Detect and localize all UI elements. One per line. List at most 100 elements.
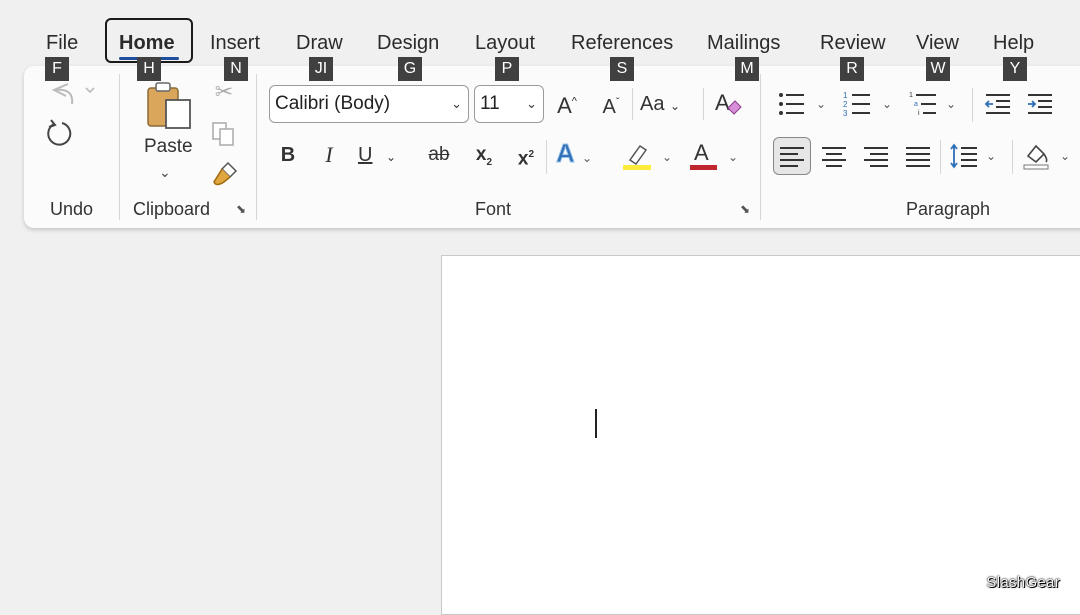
keytip-mailings: M bbox=[735, 57, 759, 81]
font-name-combo[interactable]: Calibri (Body) ⌄ bbox=[269, 85, 469, 123]
bullets-button[interactable]: ⌄ bbox=[776, 88, 832, 120]
sep-font bbox=[632, 88, 633, 120]
tab-mailings[interactable]: Mailings bbox=[707, 30, 780, 56]
shading-button[interactable]: ⌄ bbox=[1020, 140, 1076, 172]
font-size-combo[interactable]: 11 ⌄ bbox=[474, 85, 544, 123]
align-right-button[interactable] bbox=[860, 140, 892, 172]
keytip-draw: JI bbox=[309, 57, 333, 81]
tab-file[interactable]: File bbox=[46, 30, 78, 56]
document-page[interactable] bbox=[441, 255, 1080, 615]
tab-review[interactable]: Review bbox=[820, 30, 886, 56]
svg-text:2: 2 bbox=[843, 100, 848, 109]
font-name-value: Calibri (Body) bbox=[275, 93, 391, 114]
svg-text:1: 1 bbox=[843, 91, 848, 100]
chevron-down-icon: ⌄ bbox=[386, 150, 397, 164]
font-color-label: A bbox=[694, 140, 709, 165]
redo-button[interactable] bbox=[46, 118, 78, 150]
copy-button[interactable] bbox=[210, 120, 238, 148]
group-label-font: Font bbox=[475, 199, 512, 219]
svg-text:i: i bbox=[918, 110, 920, 117]
numbering-button[interactable]: 1 2 3 ⌄ bbox=[842, 88, 898, 120]
align-left-button[interactable] bbox=[776, 140, 808, 172]
tab-help[interactable]: Help bbox=[993, 30, 1034, 56]
shrink-font-button[interactable]: Aˇ bbox=[596, 89, 626, 120]
svg-text:3: 3 bbox=[843, 109, 848, 118]
underline-button[interactable]: U ⌄ bbox=[358, 142, 406, 170]
copy-icon bbox=[212, 122, 234, 146]
chevron-down-icon: ⌄ bbox=[526, 96, 537, 111]
superscript-button[interactable]: x2 bbox=[512, 142, 540, 172]
font-launcher[interactable]: ⬊ bbox=[740, 202, 754, 216]
subscript-button[interactable]: x2 bbox=[470, 142, 498, 176]
separator bbox=[256, 74, 257, 220]
keytip-design: G bbox=[398, 57, 422, 81]
highlighter-icon bbox=[623, 144, 651, 170]
tab-view[interactable]: View bbox=[916, 30, 959, 56]
increase-indent-button[interactable] bbox=[1024, 88, 1056, 120]
italic-button[interactable]: I bbox=[316, 142, 342, 168]
text-effects-icon: A bbox=[556, 138, 576, 168]
sep-font2 bbox=[703, 88, 704, 120]
center-button[interactable] bbox=[818, 140, 850, 172]
redo-icon bbox=[47, 119, 72, 146]
clipboard-launcher[interactable]: ⬊ bbox=[236, 202, 250, 216]
cut-button[interactable]: ✂ bbox=[210, 79, 238, 105]
undo-icon bbox=[51, 83, 95, 105]
center-icon bbox=[822, 147, 846, 167]
chevron-down-icon: ⌄ bbox=[1060, 149, 1071, 163]
tab-references[interactable]: References bbox=[571, 30, 673, 56]
tab-insert[interactable]: Insert bbox=[210, 30, 260, 56]
change-case-label: Aa bbox=[640, 93, 665, 115]
font-color-swatch bbox=[690, 165, 717, 170]
tab-layout[interactable]: Layout bbox=[475, 30, 535, 56]
justify-icon bbox=[906, 147, 930, 167]
undo-button[interactable] bbox=[46, 78, 98, 110]
keytip-view: W bbox=[926, 57, 950, 81]
highlight-button[interactable]: ⌄ bbox=[620, 140, 676, 174]
strikethrough-button[interactable]: ab bbox=[424, 142, 454, 168]
chevron-down-icon: ⌄ bbox=[882, 97, 893, 111]
paste-button[interactable]: Paste ⌄ bbox=[140, 80, 196, 185]
chevron-down-icon: ⌄ bbox=[816, 97, 827, 111]
format-painter-button[interactable] bbox=[210, 160, 240, 190]
keytip-references: S bbox=[610, 57, 634, 81]
sep-para2 bbox=[940, 140, 941, 174]
shading-icon bbox=[1023, 144, 1049, 170]
chevron-down-icon: ⌄ bbox=[728, 150, 739, 164]
tab-draw[interactable]: Draw bbox=[296, 30, 343, 56]
multilevel-list-icon: 1 a i bbox=[909, 92, 936, 117]
group-label-undo: Undo bbox=[50, 199, 94, 219]
bold-button[interactable]: B bbox=[275, 142, 301, 168]
separator bbox=[119, 74, 120, 220]
tab-home[interactable]: Home bbox=[119, 30, 175, 56]
group-label-paragraph: Paragraph bbox=[906, 199, 991, 219]
multilevel-list-button[interactable]: 1 a i ⌄ bbox=[908, 88, 964, 120]
tab-design[interactable]: Design bbox=[377, 30, 439, 56]
align-left-icon bbox=[780, 147, 804, 167]
watermark: SlashGear bbox=[986, 574, 1060, 591]
separator bbox=[760, 74, 761, 220]
superscript-digit: 2 bbox=[528, 149, 535, 160]
increase-indent-icon bbox=[1028, 94, 1052, 114]
sep-para3 bbox=[1012, 140, 1013, 174]
paste-icon bbox=[147, 82, 191, 129]
decrease-indent-button[interactable] bbox=[982, 88, 1014, 120]
format-painter-icon bbox=[213, 161, 238, 186]
paste-label: Paste bbox=[144, 136, 193, 157]
align-right-icon bbox=[864, 147, 888, 167]
group-label-clipboard: Clipboard bbox=[133, 199, 211, 219]
font-color-button[interactable]: A ⌄ bbox=[688, 140, 744, 174]
sep-font3 bbox=[546, 140, 547, 174]
text-effects-button[interactable]: A ⌄ bbox=[556, 140, 606, 171]
clear-formatting-button[interactable]: A bbox=[713, 88, 743, 118]
chevron-down-icon: ⌄ bbox=[946, 97, 957, 111]
underline-label: U bbox=[358, 144, 373, 166]
grow-font-button[interactable]: A^ bbox=[552, 89, 582, 119]
line-spacing-button[interactable]: ⌄ bbox=[948, 140, 1004, 172]
subscript-label: x bbox=[475, 144, 487, 165]
keytip-help: Y bbox=[1003, 57, 1027, 81]
change-case-button[interactable]: Aa ⌄ bbox=[640, 91, 692, 119]
justify-button[interactable] bbox=[902, 140, 934, 172]
bold-label: B bbox=[280, 144, 296, 166]
chevron-down-icon: ⌄ bbox=[159, 164, 171, 180]
